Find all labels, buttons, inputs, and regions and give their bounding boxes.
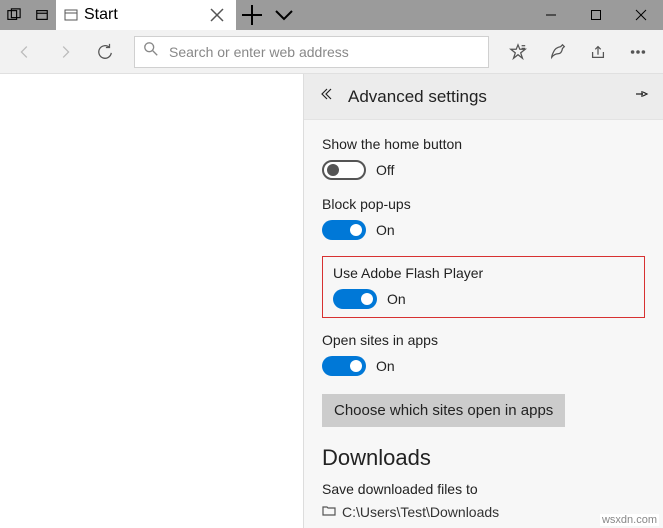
downloads-path: C:\Users\Test\Downloads: [342, 504, 499, 520]
setting-home-button: Show the home button Off: [322, 136, 645, 180]
setting-label: Use Adobe Flash Player: [333, 265, 634, 281]
new-tab-button[interactable]: [236, 0, 268, 31]
content-area: Advanced settings Show the home button O…: [0, 74, 663, 528]
refresh-button[interactable]: [86, 34, 124, 70]
downloads-save-label: Save downloaded files to: [322, 481, 645, 497]
toggle-state: Off: [376, 162, 394, 178]
block-popups-toggle[interactable]: [322, 220, 366, 240]
title-bar-left: Start: [0, 0, 300, 30]
flash-toggle[interactable]: [333, 289, 377, 309]
tab-favicon-icon: [64, 8, 78, 22]
minimize-button[interactable]: [528, 0, 573, 30]
address-bar[interactable]: [134, 36, 489, 68]
panel-back-button[interactable]: [318, 86, 334, 107]
toolbar: [0, 30, 663, 74]
window-controls: [528, 0, 663, 30]
setting-flash: Use Adobe Flash Player On: [333, 265, 634, 309]
browser-tab[interactable]: Start: [56, 0, 236, 30]
panel-body: Show the home button Off Block pop-ups O…: [304, 120, 663, 528]
address-input[interactable]: [167, 43, 480, 61]
share-button[interactable]: [579, 34, 617, 70]
downloads-heading: Downloads: [322, 445, 645, 471]
settings-panel: Advanced settings Show the home button O…: [303, 74, 663, 528]
favorites-button[interactable]: [499, 34, 537, 70]
setting-label: Block pop-ups: [322, 196, 645, 212]
setting-open-in-apps: Open sites in apps On: [322, 332, 645, 376]
toggle-state: On: [376, 222, 395, 238]
tab-title: Start: [84, 6, 118, 24]
setting-block-popups: Block pop-ups On: [322, 196, 645, 240]
flash-highlight-box: Use Adobe Flash Player On: [322, 256, 645, 318]
choose-sites-button[interactable]: Choose which sites open in apps: [322, 394, 565, 427]
home-button-toggle[interactable]: [322, 160, 366, 180]
open-in-apps-toggle[interactable]: [322, 356, 366, 376]
setting-label: Open sites in apps: [322, 332, 645, 348]
toggle-state: On: [376, 358, 395, 374]
downloads-path-row: C:\Users\Test\Downloads: [322, 503, 645, 520]
maximize-button[interactable]: [573, 0, 618, 30]
panel-header: Advanced settings: [304, 74, 663, 120]
tabs-preview-icon[interactable]: [28, 8, 56, 22]
title-bar: Start: [0, 0, 663, 30]
forward-button[interactable]: [46, 34, 84, 70]
toggle-state: On: [387, 291, 406, 307]
notes-button[interactable]: [539, 34, 577, 70]
more-button[interactable]: [619, 34, 657, 70]
back-button[interactable]: [6, 34, 44, 70]
folder-icon: [322, 503, 336, 520]
close-tab-icon[interactable]: [208, 6, 226, 24]
tab-preview-toggle-icon[interactable]: [268, 0, 300, 31]
panel-title: Advanced settings: [348, 87, 487, 107]
pin-panel-button[interactable]: [633, 86, 649, 107]
setting-label: Show the home button: [322, 136, 645, 152]
set-aside-tabs-icon[interactable]: [0, 8, 28, 22]
close-window-button[interactable]: [618, 0, 663, 30]
search-icon: [143, 41, 159, 62]
watermark: wsxdn.com: [600, 514, 659, 526]
